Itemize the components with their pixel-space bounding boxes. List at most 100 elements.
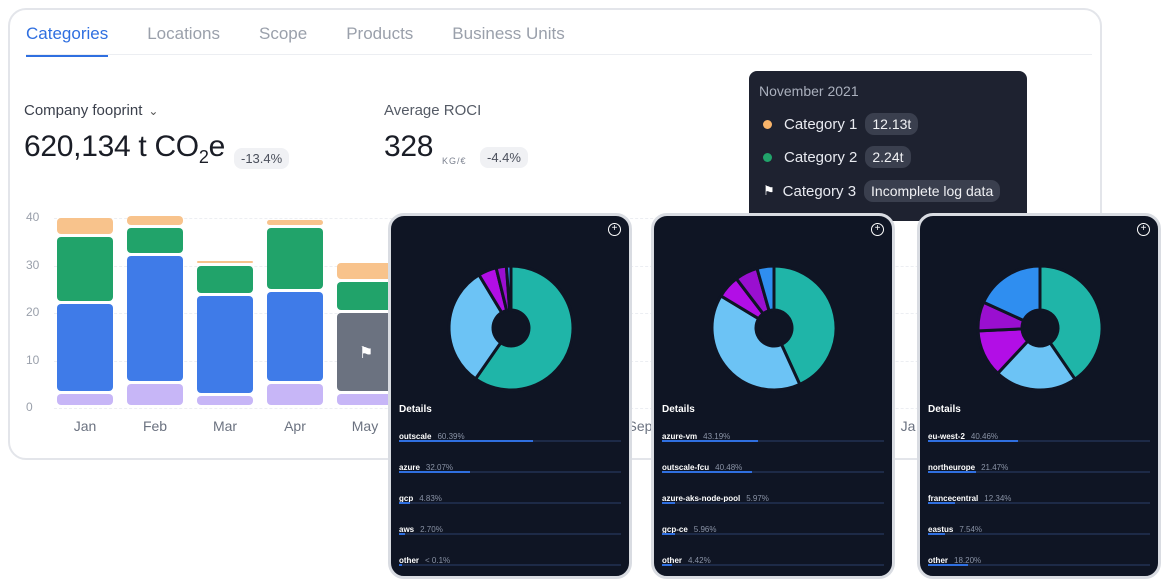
bar-segment[interactable]	[267, 291, 323, 382]
breakdown-panel-2: + Details azure-vm 43.19% outscale-fcu 40.48%…	[651, 213, 895, 579]
y-tick-label: 0	[26, 400, 33, 414]
tooltip-title: November 2021	[759, 83, 859, 99]
progress-fill	[928, 502, 956, 504]
x-tick-label: Feb	[142, 418, 168, 434]
details-row[interactable]: aws 2.70%	[399, 519, 621, 537]
zoom-in-icon[interactable]: +	[608, 223, 621, 236]
y-tick-label: 30	[26, 257, 40, 272]
y-tick-label: 20	[26, 305, 40, 319]
donut-chart	[710, 264, 838, 392]
progress-fill	[928, 564, 969, 566]
progress-track	[399, 502, 621, 504]
breakdown-panel-1: + Details outscale 60.39% azure 32.07% gcp 4.83…	[388, 213, 632, 579]
progress-fill	[399, 533, 405, 535]
bar-segment[interactable]	[267, 220, 323, 225]
donut-chart	[447, 264, 575, 392]
progress-track	[928, 533, 1150, 535]
tab-locations[interactable]: Locations	[147, 24, 220, 57]
y-tick-label: 10	[26, 352, 40, 367]
bar-segment[interactable]	[57, 237, 113, 301]
bar-segment[interactable]	[267, 227, 323, 289]
roci-change-badge: -4.4%	[480, 147, 528, 168]
bar-segment[interactable]	[197, 265, 253, 294]
tooltip-row-category-1: Category 1 12.13t	[763, 113, 919, 135]
tooltip-row-category-2: Category 2 2.24t	[763, 146, 911, 168]
bar-segment[interactable]	[57, 218, 113, 234]
zoom-in-icon[interactable]: +	[1137, 223, 1150, 236]
bar-segment[interactable]	[127, 215, 183, 225]
x-tick-label: Mar	[212, 418, 238, 434]
tab-business-units[interactable]: Business Units	[452, 24, 564, 57]
details-row[interactable]: azure-aks-node-pool 5.97%	[662, 488, 884, 506]
chevron-down-icon: ⌄	[148, 104, 159, 118]
roci-label: Average ROCI	[384, 102, 482, 119]
tooltip-row-value: 2.24t	[865, 146, 911, 168]
x-tick-label: May	[351, 418, 379, 434]
progress-fill	[662, 533, 676, 535]
details-row[interactable]: azure-vm 43.19%	[662, 426, 884, 444]
footprint-value: 620,134 t CO2e	[24, 130, 225, 167]
progress-fill	[662, 440, 758, 442]
tooltip-row-category-3: ⚑ Category 3 Incomplete log data	[763, 180, 1001, 202]
footprint-label: Company fooprint	[24, 102, 143, 119]
details-row[interactable]: other < 0.1%	[399, 550, 621, 568]
bar-segment[interactable]	[57, 303, 113, 391]
category-1-dot	[763, 119, 772, 129]
zoom-in-icon[interactable]: +	[871, 223, 884, 236]
bar-segment[interactable]	[337, 263, 393, 280]
tooltip-row-label: Category 1	[784, 115, 858, 133]
bar-segment[interactable]	[127, 256, 183, 382]
progress-fill	[662, 471, 752, 473]
details-row[interactable]: eu-west-2 40.46%	[928, 426, 1150, 444]
progress-fill	[662, 502, 676, 504]
progress-track	[399, 564, 621, 566]
progress-track	[662, 533, 884, 535]
details-row[interactable]: other 4.42%	[662, 550, 884, 568]
details-title: Details	[399, 404, 432, 415]
chart-tooltip: November 2021 Category 1 12.13t Category…	[749, 71, 1027, 221]
progress-fill	[399, 440, 534, 442]
footprint-dropdown[interactable]: Company fooprint ⌄	[24, 102, 158, 119]
flag-icon: ⚑	[359, 345, 374, 363]
tab-divider	[26, 54, 1092, 55]
tooltip-row-label: Category 2	[784, 148, 858, 166]
bar-segment[interactable]	[197, 396, 253, 405]
details-row[interactable]: outscale-fcu 40.48%	[662, 457, 884, 475]
bar-segment[interactable]	[337, 282, 393, 310]
bar-segment[interactable]	[197, 296, 253, 394]
details-row[interactable]: northeurope 21.47%	[928, 457, 1150, 475]
details-row[interactable]: gcp-ce 5.96%	[662, 519, 884, 537]
breakdown-panel-3: + Details eu-west-2 40.46% northeurope 21.47%…	[917, 213, 1161, 579]
bar-segment[interactable]	[127, 384, 183, 405]
details-row[interactable]: eastus 7.54%	[928, 519, 1150, 537]
progress-track	[662, 502, 884, 504]
tab-bar: Categories Locations Scope Products Busi…	[26, 24, 604, 57]
bar-segment[interactable]	[267, 384, 323, 405]
category-2-dot	[763, 152, 772, 162]
roci-unit: KG/€	[442, 156, 467, 166]
progress-fill	[399, 471, 471, 473]
details-row[interactable]: gcp 4.83%	[399, 488, 621, 506]
progress-fill	[928, 440, 1018, 442]
roci-value: 328	[384, 130, 434, 163]
tab-products[interactable]: Products	[346, 24, 413, 57]
details-row[interactable]: azure 32.07%	[399, 457, 621, 475]
progress-fill	[399, 564, 402, 566]
tab-scope[interactable]: Scope	[259, 24, 307, 57]
bar-segment[interactable]	[337, 393, 393, 405]
tab-categories[interactable]: Categories	[26, 24, 109, 57]
x-tick-label: Apr	[284, 418, 306, 434]
tooltip-row-value: Incomplete log data	[864, 180, 1001, 202]
details-row[interactable]: other 18.20%	[928, 550, 1150, 568]
progress-fill	[928, 533, 945, 535]
details-row[interactable]: outscale 60.39%	[399, 426, 621, 444]
details-row[interactable]: francecentral 12.34%	[928, 488, 1150, 506]
details-title: Details	[662, 404, 695, 415]
bar-segment[interactable]	[197, 260, 253, 263]
progress-track	[399, 533, 621, 535]
bar-segment[interactable]	[57, 393, 113, 405]
progress-track	[928, 502, 1150, 504]
tooltip-row-value: 12.13t	[865, 113, 919, 135]
bar-segment[interactable]	[127, 227, 183, 253]
progress-track	[662, 564, 884, 566]
